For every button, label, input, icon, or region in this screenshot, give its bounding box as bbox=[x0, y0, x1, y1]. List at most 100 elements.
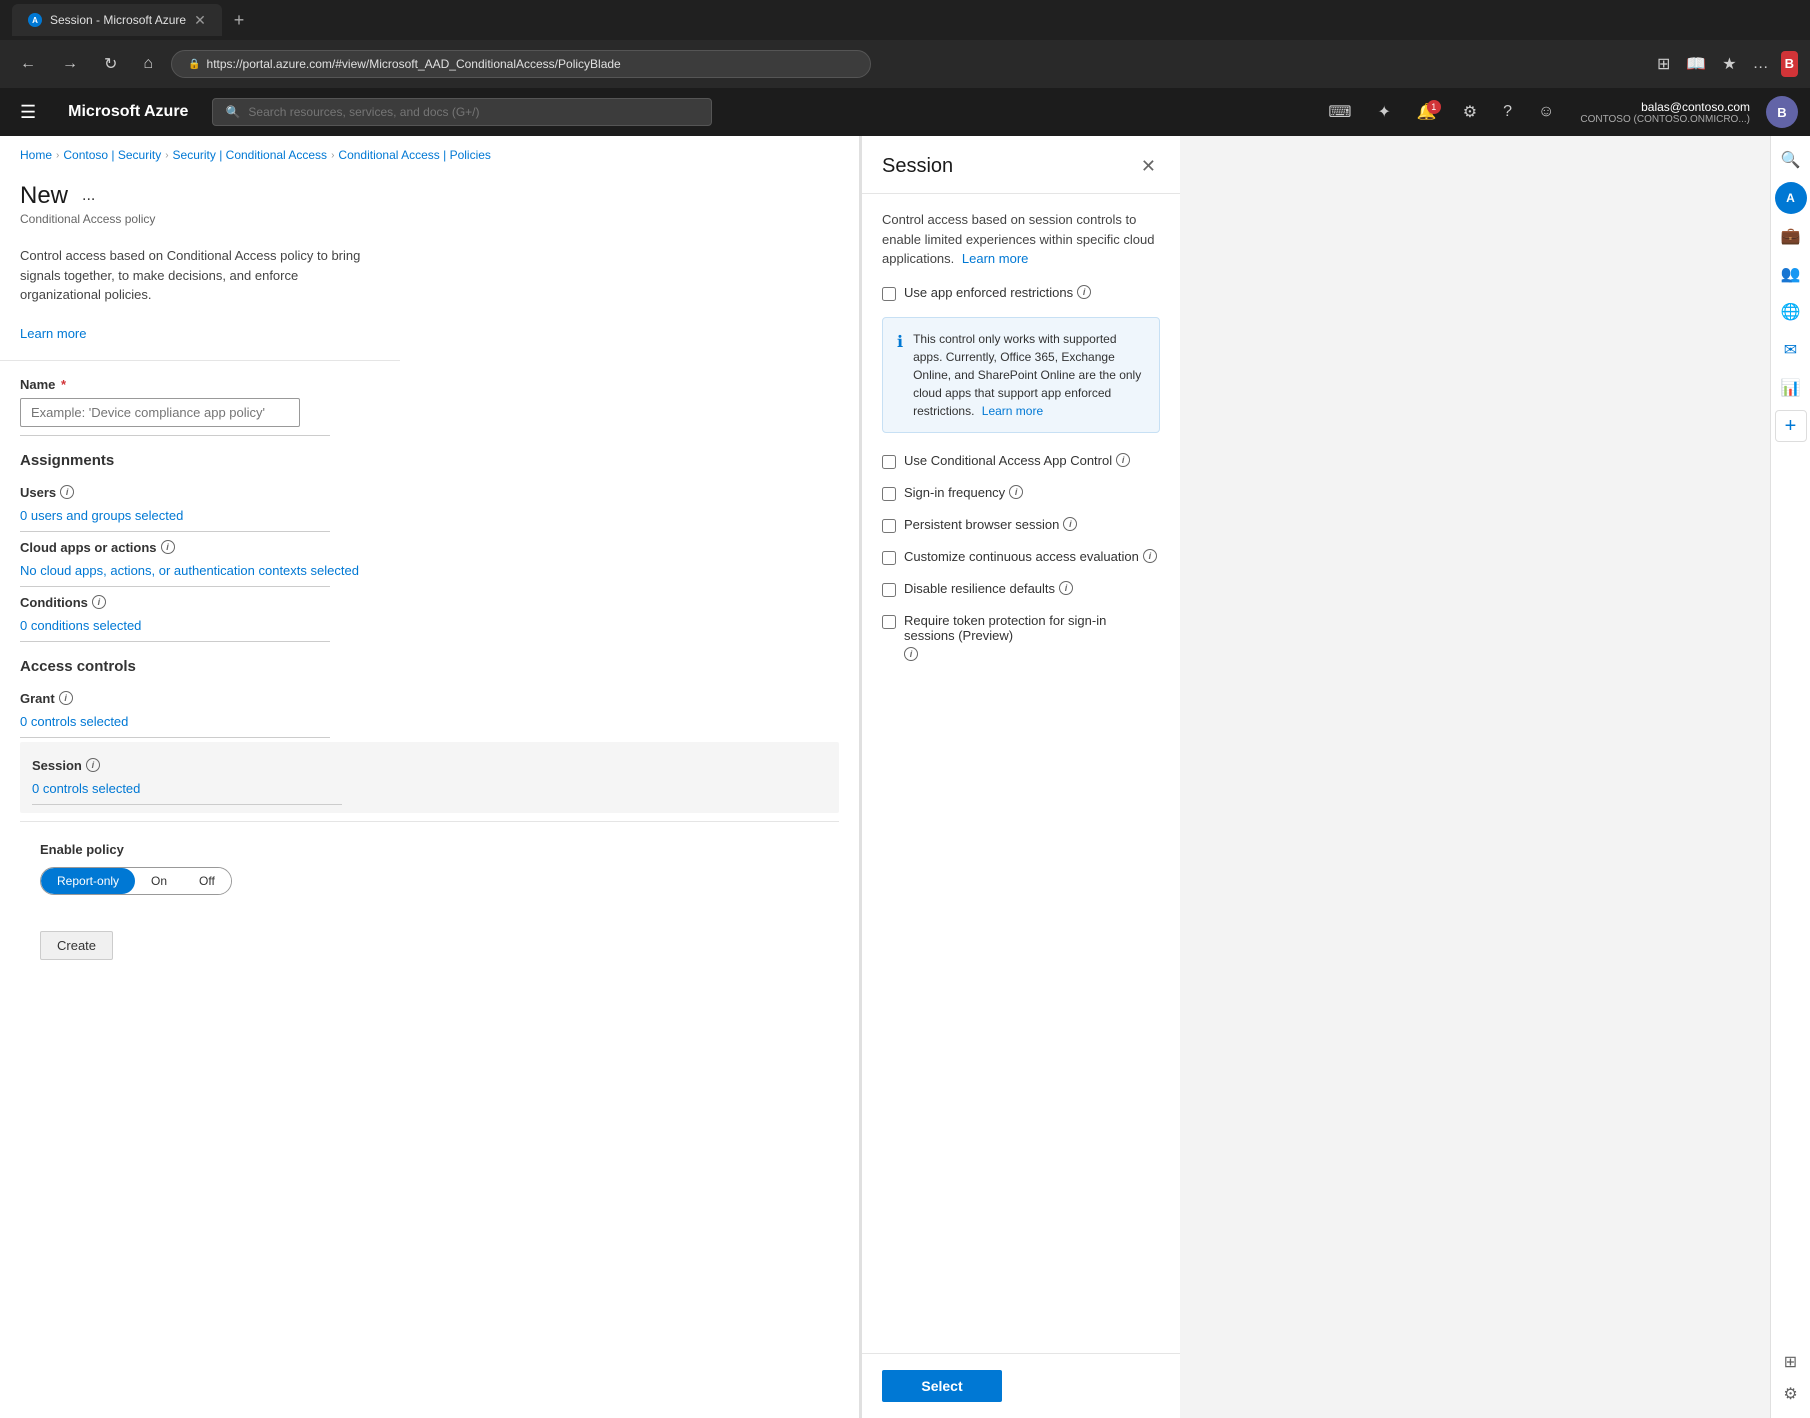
session-value[interactable]: 0 controls selected bbox=[32, 777, 827, 804]
session-label-row: Session i bbox=[32, 750, 827, 777]
cloud-apps-value[interactable]: No cloud apps, actions, or authenticatio… bbox=[20, 559, 839, 586]
user-tenant: CONTOSO (CONTOSO.ONMICRO...) bbox=[1580, 114, 1750, 125]
azure-search-bar[interactable]: 🔍 bbox=[212, 98, 712, 126]
rail-users-icon[interactable]: 👥 bbox=[1775, 258, 1807, 290]
rail-bag-icon[interactable]: 💼 bbox=[1775, 220, 1807, 252]
user-avatar[interactable]: B bbox=[1766, 96, 1798, 128]
rail-search-icon[interactable]: 🔍 bbox=[1775, 144, 1807, 176]
breadcrumb-conditional-access[interactable]: Security | Conditional Access bbox=[173, 148, 328, 162]
search-input[interactable] bbox=[248, 105, 699, 119]
rail-bottom-icons: ⊞ ⚙ bbox=[1775, 1346, 1807, 1410]
browser-tab[interactable]: A Session - Microsoft Azure ✕ bbox=[12, 4, 222, 36]
conditions-value[interactable]: 0 conditions selected bbox=[20, 614, 839, 641]
ca-app-control-checkbox[interactable] bbox=[882, 455, 896, 469]
cloud-shell-button[interactable]: ⌨ bbox=[1320, 98, 1359, 126]
token-protection-checkbox[interactable] bbox=[882, 615, 896, 629]
help-button[interactable]: ? bbox=[1495, 99, 1520, 125]
hamburger-menu-button[interactable]: ☰ bbox=[12, 98, 44, 127]
topbar-right-area: ⌨ ✦ 🔔 1 ⚙ ? ☺ balas@contoso.com CONTOSO … bbox=[1320, 96, 1798, 128]
info-box-learn-more-link[interactable]: Learn more bbox=[982, 404, 1043, 418]
grant-label: Grant bbox=[20, 691, 55, 706]
session-panel-close-button[interactable]: ✕ bbox=[1137, 152, 1160, 181]
session-label: Session bbox=[32, 758, 82, 773]
home-button[interactable]: ⌂ bbox=[135, 51, 161, 77]
settings-button[interactable]: ⚙ bbox=[1455, 98, 1485, 126]
new-tab-button[interactable]: + bbox=[234, 10, 245, 31]
breadcrumb-policies[interactable]: Conditional Access | Policies bbox=[338, 148, 491, 162]
rail-azure-icon[interactable]: A bbox=[1775, 182, 1807, 214]
breadcrumb-security[interactable]: Contoso | Security bbox=[63, 148, 161, 162]
learn-more-link[interactable]: Learn more bbox=[20, 326, 86, 341]
info-box-content: This control only works with supported a… bbox=[913, 330, 1145, 420]
create-button[interactable]: Create bbox=[40, 931, 113, 960]
grant-value[interactable]: 0 controls selected bbox=[20, 710, 839, 737]
rail-globe-icon[interactable]: 🌐 bbox=[1775, 296, 1807, 328]
back-button[interactable]: ← bbox=[12, 51, 44, 77]
rail-teams-icon[interactable]: 📊 bbox=[1775, 372, 1807, 404]
refresh-button[interactable]: ↻ bbox=[96, 50, 125, 78]
continuous-access-checkbox[interactable] bbox=[882, 551, 896, 565]
notification-badge: 1 bbox=[1427, 100, 1441, 114]
users-value[interactable]: 0 users and groups selected bbox=[20, 504, 839, 531]
session-panel-footer: Select bbox=[862, 1353, 1180, 1418]
cloud-apps-label-row: Cloud apps or actions i bbox=[20, 532, 839, 559]
sign-in-freq-info-icon[interactable]: i bbox=[1009, 485, 1023, 499]
rail-settings-icon[interactable]: ⚙ bbox=[1775, 1378, 1807, 1410]
browser-sidebar-button[interactable]: 📖 bbox=[1682, 50, 1710, 78]
breadcrumb-sep-3: › bbox=[331, 150, 334, 161]
users-info-icon[interactable]: i bbox=[60, 485, 74, 499]
ca-app-control-info-icon[interactable]: i bbox=[1116, 453, 1130, 467]
breadcrumb-home[interactable]: Home bbox=[20, 148, 52, 162]
required-indicator: * bbox=[61, 377, 66, 392]
more-options-button[interactable]: ... bbox=[76, 185, 101, 207]
copilot-button[interactable]: ✦ bbox=[1369, 98, 1398, 126]
app-enforced-checkbox[interactable] bbox=[882, 287, 896, 301]
conditions-label: Conditions bbox=[20, 595, 88, 610]
cloud-apps-label: Cloud apps or actions bbox=[20, 540, 157, 555]
browser-menu-button[interactable]: … bbox=[1749, 51, 1773, 77]
rail-layout-icon[interactable]: ⊞ bbox=[1775, 1346, 1807, 1378]
continuous-access-info-icon[interactable]: i bbox=[1143, 549, 1157, 563]
users-label: Users bbox=[20, 485, 56, 500]
conditions-info-icon[interactable]: i bbox=[92, 595, 106, 609]
cloud-apps-info-icon[interactable]: i bbox=[161, 540, 175, 554]
session-learn-more-link[interactable]: Learn more bbox=[962, 251, 1028, 266]
name-label: Name * bbox=[20, 377, 839, 392]
toggle-on[interactable]: On bbox=[135, 868, 183, 894]
form-content: Name * Assignments Users i 0 users and g… bbox=[0, 361, 859, 992]
toggle-off[interactable]: Off bbox=[183, 868, 231, 894]
disable-resilience-info-icon[interactable]: i bbox=[1059, 581, 1073, 595]
grant-separator bbox=[20, 737, 330, 738]
token-protection-info-icon[interactable]: i bbox=[904, 647, 918, 661]
token-protection-label: Require token protection for sign-in ses… bbox=[904, 613, 1160, 661]
tab-close-button[interactable]: ✕ bbox=[194, 12, 206, 29]
favorites-button[interactable]: ★ bbox=[1718, 50, 1740, 78]
policy-toggle-group[interactable]: Report-only On Off bbox=[40, 867, 232, 895]
user-email: balas@contoso.com bbox=[1641, 100, 1750, 114]
notifications-button[interactable]: 🔔 1 bbox=[1409, 98, 1445, 126]
cloud-apps-field-group: Cloud apps or actions i No cloud apps, a… bbox=[20, 532, 839, 587]
policy-name-input[interactable] bbox=[20, 398, 300, 427]
extensions-button[interactable]: ⊞ bbox=[1653, 50, 1674, 78]
users-label-row: Users i bbox=[20, 477, 839, 504]
breadcrumb: Home › Contoso | Security › Security | C… bbox=[0, 136, 859, 174]
select-button[interactable]: Select bbox=[882, 1370, 1002, 1402]
rail-add-icon[interactable]: + bbox=[1775, 410, 1807, 442]
disable-resilience-checkbox[interactable] bbox=[882, 583, 896, 597]
sign-in-freq-checkbox[interactable] bbox=[882, 487, 896, 501]
feedback-button[interactable]: ☺ bbox=[1530, 99, 1562, 125]
bing-chat-button[interactable]: B bbox=[1781, 51, 1798, 77]
app-enforced-info-icon[interactable]: i bbox=[1077, 285, 1091, 299]
grant-info-icon[interactable]: i bbox=[59, 691, 73, 705]
rail-outlook-icon[interactable]: ✉ bbox=[1775, 334, 1807, 366]
address-bar[interactable]: 🔒 https://portal.azure.com/#view/Microso… bbox=[171, 50, 871, 78]
breadcrumb-sep-1: › bbox=[56, 150, 59, 161]
page-title-row: New ... bbox=[20, 182, 839, 210]
session-field-group: Session i 0 controls selected bbox=[20, 742, 839, 813]
forward-button[interactable]: → bbox=[54, 51, 86, 77]
toggle-report-only[interactable]: Report-only bbox=[41, 868, 135, 894]
azure-topbar: ☰ Microsoft Azure 🔍 ⌨ ✦ 🔔 1 ⚙ ? ☺ balas@… bbox=[0, 88, 1810, 136]
session-info-icon[interactable]: i bbox=[86, 758, 100, 772]
persistent-browser-checkbox[interactable] bbox=[882, 519, 896, 533]
persistent-browser-info-icon[interactable]: i bbox=[1063, 517, 1077, 531]
